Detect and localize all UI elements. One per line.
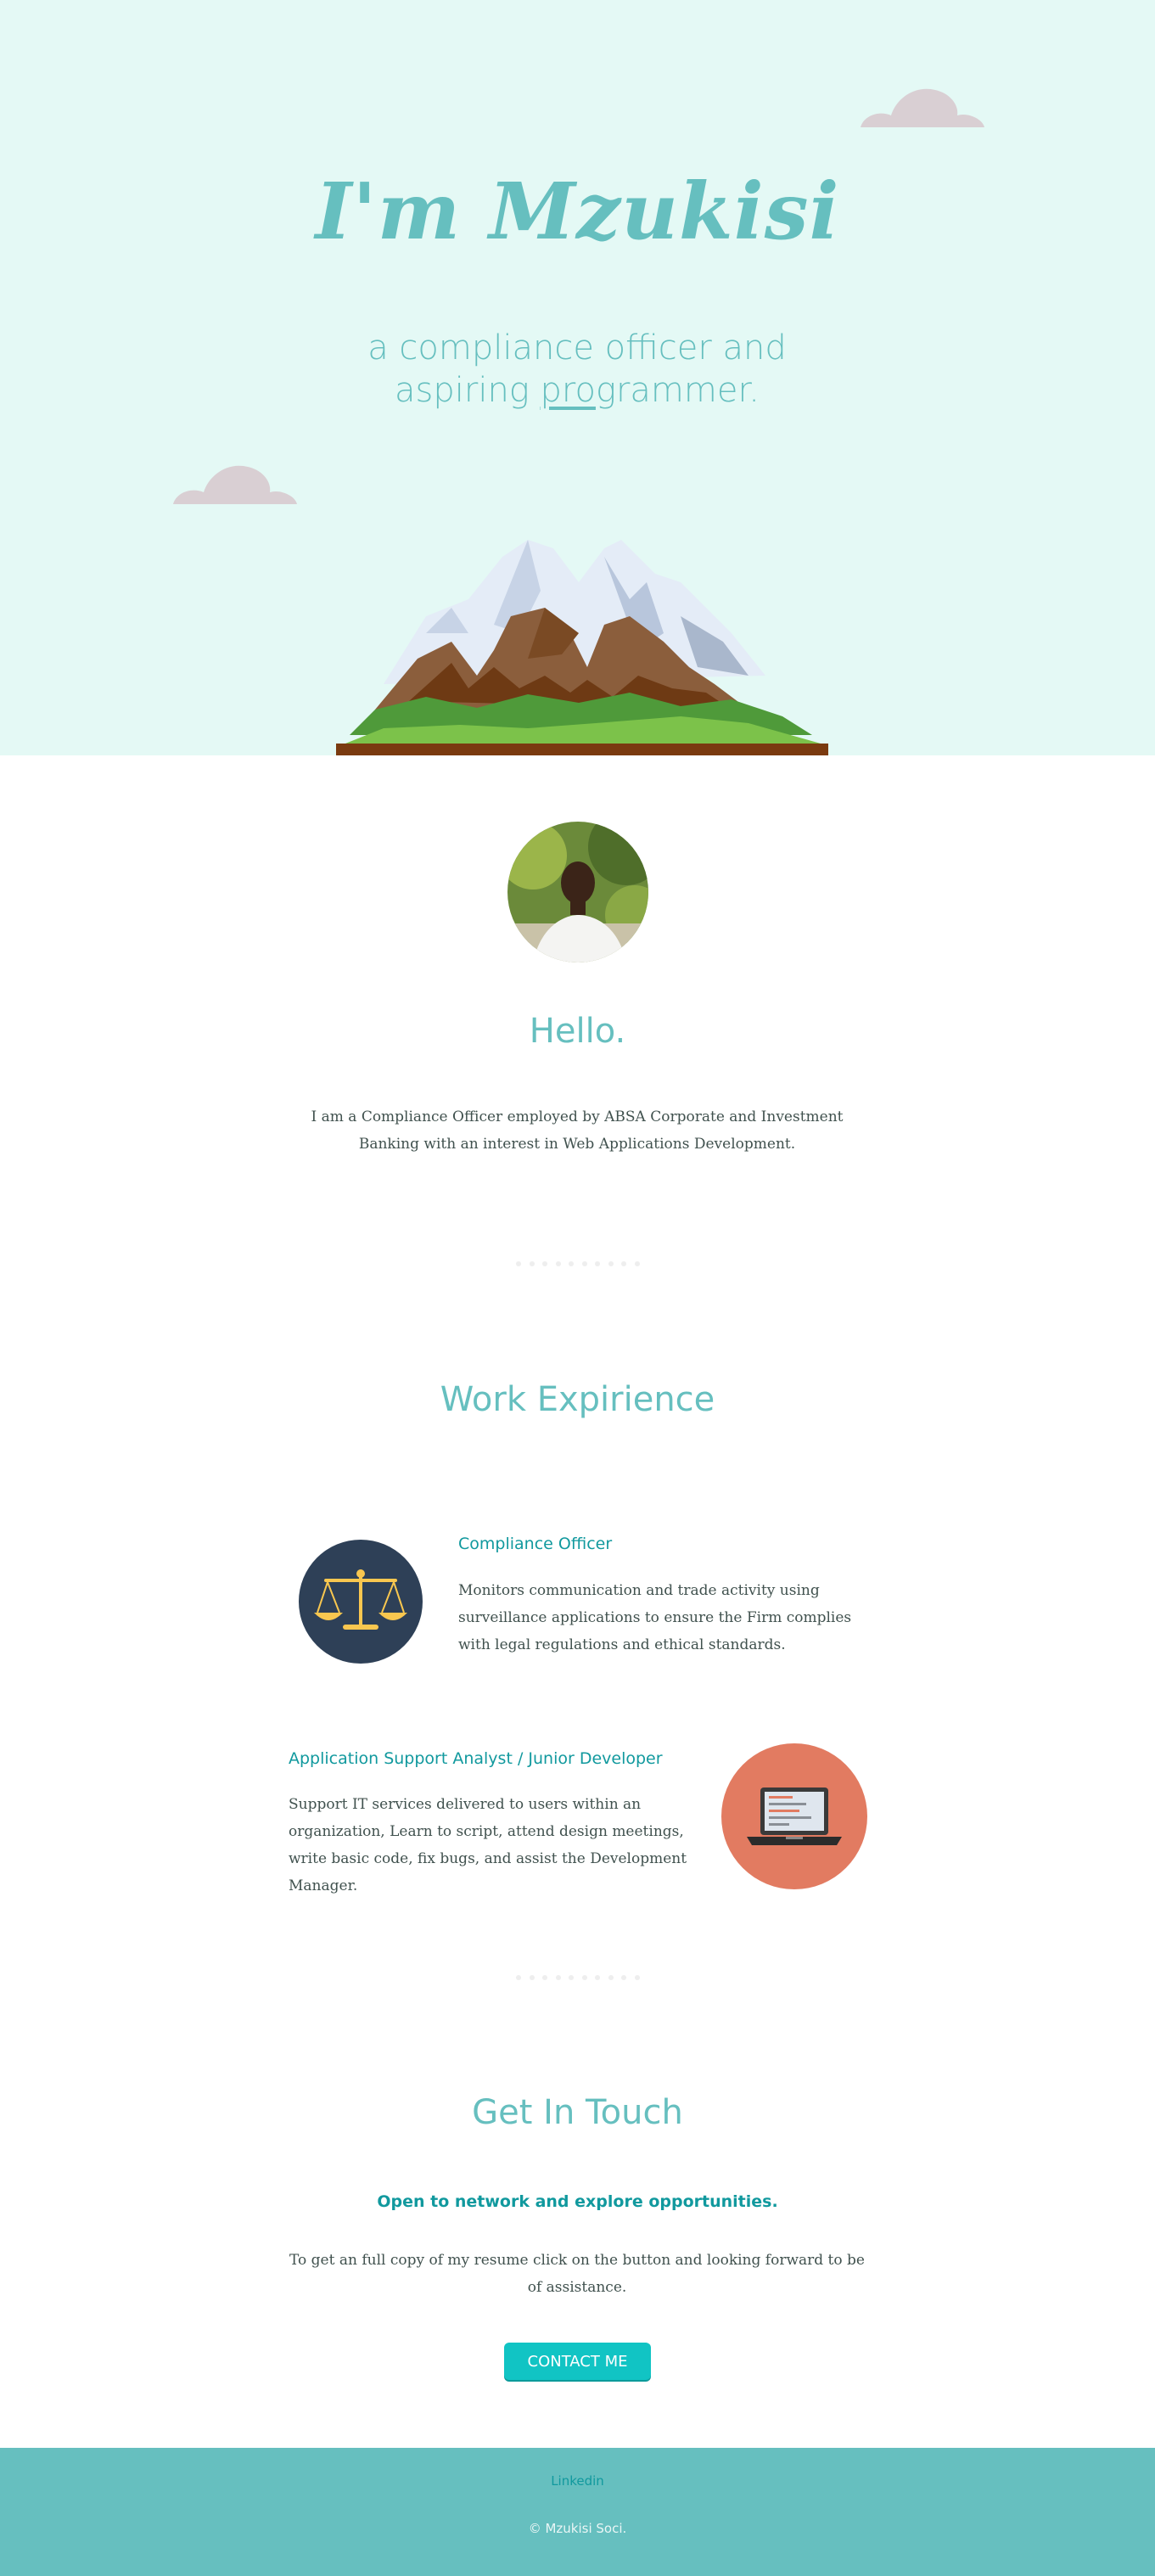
cloud-icon (861, 88, 984, 127)
cloud-icon (173, 465, 297, 504)
divider-dot (608, 1261, 614, 1266)
hero-section: I'm Mzukisi a compliance officer and asp… (0, 0, 1155, 755)
hero-subtitle-underlined: pro (540, 371, 596, 410)
divider-dot (542, 1975, 548, 1980)
divider-dot (608, 1975, 614, 1980)
divider-dot (581, 1975, 587, 1980)
job-title: Compliance Officer (458, 1535, 613, 1553)
divider-dot (516, 1975, 521, 1980)
divider-dot (529, 1975, 535, 1980)
divider-dot (555, 1975, 561, 1980)
scales-icon (299, 1540, 423, 1664)
mountain-illustration (336, 540, 828, 755)
footer: Linkedin © Mzukisi Soci. (0, 2448, 1155, 2576)
linkedin-link[interactable]: Linkedin (0, 2473, 1155, 2489)
divider-dot (595, 1975, 601, 1980)
divider-dot (595, 1261, 601, 1266)
contact-me-button[interactable]: CONTACT ME (504, 2343, 651, 2380)
hero-subtitle: a compliance officer and aspiring progra… (322, 327, 832, 412)
divider-dot (634, 1975, 640, 1980)
job-description: Monitors communication and trade activit… (458, 1582, 852, 1653)
hero-subtitle-line2-post: grammer. (595, 371, 760, 410)
divider-dot (555, 1261, 561, 1266)
profile-photo (507, 822, 648, 962)
section-divider (516, 1260, 640, 1268)
avatar (507, 822, 648, 962)
work-heading: Work Expirience (440, 1380, 715, 1419)
divider-dot (542, 1261, 548, 1266)
hero-subtitle-line1: a compliance officer and (367, 328, 787, 368)
copyright-text: © Mzukisi Soci. (528, 2521, 627, 2536)
divider-dot (621, 1975, 627, 1980)
divider-dot (569, 1975, 575, 1980)
divider-dot (634, 1261, 640, 1266)
divider-dot (621, 1261, 627, 1266)
section-divider (516, 1973, 640, 1982)
contact-subheading: Open to network and explore opportunitie… (377, 2192, 778, 2211)
laptop-icon (721, 1743, 867, 1889)
divider-dot (516, 1261, 521, 1266)
hero-title: I'm Mzukisi (315, 166, 840, 257)
divider-dot (581, 1261, 587, 1266)
divider-dot (569, 1261, 575, 1266)
contact-text: To get an full copy of my resume click o… (289, 2252, 865, 2296)
job-title: Application Support Analyst / Junior Dev… (289, 1749, 663, 1768)
job-description: Support IT services delivered to users w… (289, 1796, 687, 1894)
about-heading: Hello. (529, 1012, 626, 1051)
divider-dot (529, 1261, 535, 1266)
hero-subtitle-line2-pre: aspiring (395, 371, 541, 410)
about-text: I am a Compliance Officer employed by AB… (311, 1108, 844, 1153)
contact-heading: Get In Touch (472, 2093, 683, 2132)
